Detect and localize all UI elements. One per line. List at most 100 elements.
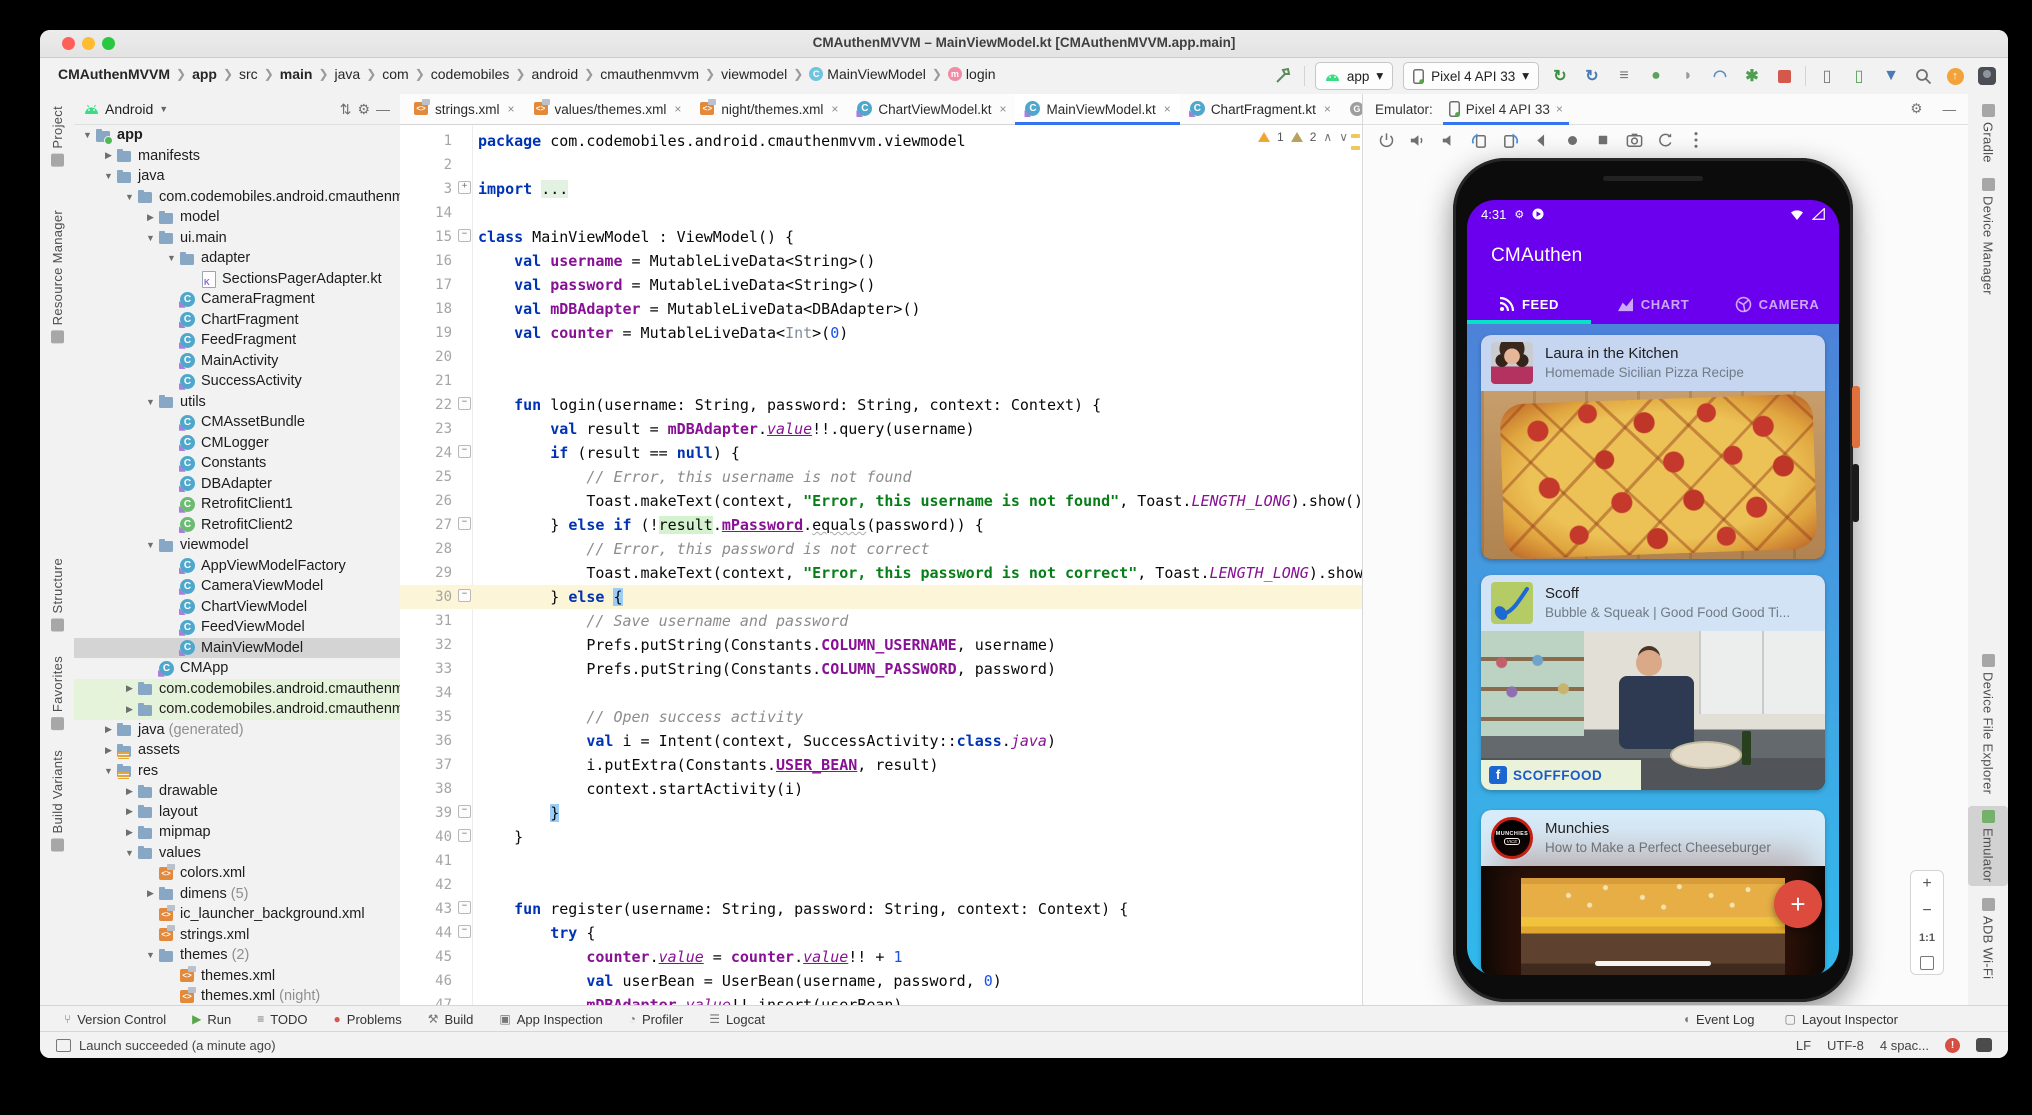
toolwindow-button-logcat[interactable]: ☰Logcat: [709, 1012, 765, 1027]
breadcrumb-item-com[interactable]: com: [382, 66, 408, 82]
project-view-selector[interactable]: Android: [105, 101, 153, 117]
zoom-reset-button[interactable]: 1:1: [1919, 929, 1935, 947]
tree-row-layout[interactable]: ▶layout: [74, 802, 400, 823]
code-line-21[interactable]: 21: [400, 369, 1362, 393]
code-line-28[interactable]: 28 // Error, this password is not correc…: [400, 537, 1362, 561]
tree-chevron-icon[interactable]: ▼: [143, 950, 158, 960]
tree-row-constants[interactable]: CConstants: [74, 453, 400, 474]
toolwindow-button-event-log[interactable]: ◖Event Log: [1683, 1012, 1755, 1027]
run-config-selector[interactable]: app▾: [1315, 62, 1393, 90]
tree-row-java[interactable]: ▶java (generated): [74, 720, 400, 741]
tree-chevron-icon[interactable]: ▼: [143, 233, 158, 243]
sidebar-item-device-manager[interactable]: Device Manager: [1968, 174, 2008, 299]
profile-app-icon[interactable]: ✱: [1741, 65, 1763, 87]
attach-debugger-icon[interactable]: ◗: [1677, 65, 1699, 87]
tab-build-gradle-app[interactable]: Gbuild.gradle (:app×: [1340, 94, 1362, 124]
breadcrumb-item-cmauthenmvvm[interactable]: cmauthenmvvm: [600, 66, 699, 82]
code-line-25[interactable]: 25 // Error, this username is not found: [400, 465, 1362, 489]
breadcrumb-item-java[interactable]: java: [335, 66, 361, 82]
code-line-40[interactable]: 40− }: [400, 825, 1362, 849]
code-line-17[interactable]: 17 val password = MutableLiveData<String…: [400, 273, 1362, 297]
toolwindow-button-run[interactable]: ▶Run: [192, 1012, 231, 1027]
upgrade-assistant-icon[interactable]: ↑: [1944, 65, 1966, 87]
code-line-37[interactable]: 37 i.putExtra(Constants.USER_BEAN, resul…: [400, 753, 1362, 777]
code-line-1[interactable]: 1package com.codemobiles.android.cmauthe…: [400, 129, 1362, 153]
tree-row-mainactivity[interactable]: CMainActivity: [74, 351, 400, 372]
breadcrumb-item-src[interactable]: src: [239, 66, 258, 82]
toolwindow-button-problems[interactable]: ●Problems: [334, 1012, 402, 1027]
tree-row-res[interactable]: ▼res: [74, 761, 400, 782]
stop-icon[interactable]: [1773, 65, 1795, 87]
tab-chartfragment-kt[interactable]: CChartFragment.kt×: [1180, 94, 1340, 124]
overview-icon[interactable]: [1592, 129, 1614, 151]
power-icon[interactable]: [1375, 129, 1397, 151]
layout-inspector-icon[interactable]: ▯: [1848, 65, 1870, 87]
volume-up-icon[interactable]: [1406, 129, 1428, 151]
code-line-43[interactable]: 43− fun register(username: String, passw…: [400, 897, 1362, 921]
close-icon[interactable]: ×: [831, 102, 838, 116]
tree-row-cmapp[interactable]: CCMApp: [74, 658, 400, 679]
toolwindow-button-app-inspection[interactable]: ▣App Inspection: [499, 1012, 602, 1027]
screenshot-icon[interactable]: [1623, 129, 1645, 151]
notifications-icon[interactable]: [1976, 1038, 1992, 1052]
breadcrumb-item-main[interactable]: main: [280, 66, 313, 82]
fold-marker-icon[interactable]: −: [458, 901, 471, 914]
feed-card[interactable]: MUNCHIESVICEMunchiesHow to Make a Perfec…: [1481, 810, 1825, 975]
feed-card[interactable]: Laura in the KitchenHomemade Sicilian Pi…: [1481, 335, 1825, 559]
breadcrumb-item-mainviewmodel[interactable]: CMainViewModel: [809, 66, 926, 82]
close-icon[interactable]: ×: [1556, 102, 1563, 116]
tree-row-adapter[interactable]: ▼adapter: [74, 248, 400, 269]
fold-marker-icon[interactable]: −: [458, 445, 471, 458]
tree-row-cmassetbundle[interactable]: CCMAssetBundle: [74, 412, 400, 433]
hide-panel-icon[interactable]: —: [376, 101, 390, 117]
line-ending-indicator[interactable]: LF: [1796, 1038, 1811, 1053]
tree-chevron-icon[interactable]: ▶: [122, 786, 137, 797]
tree-row-com-codemobiles-android-cmauthenmv[interactable]: ▶com.codemobiles.android.cmauthenmv: [74, 679, 400, 700]
fold-marker-icon[interactable]: −: [458, 589, 471, 602]
encoding-indicator[interactable]: UTF-8: [1827, 1038, 1864, 1053]
device-manager-icon[interactable]: ▯: [1816, 65, 1838, 87]
code-line-18[interactable]: 18 val mDBAdapter = MutableLiveData<DBAd…: [400, 297, 1362, 321]
code-line-26[interactable]: 26 Toast.makeText(context, "Error, this …: [400, 489, 1362, 513]
tree-chevron-icon[interactable]: ▶: [101, 745, 116, 756]
fold-marker-icon[interactable]: −: [458, 517, 471, 530]
code-line-15[interactable]: 15−class MainViewModel : ViewModel() {: [400, 225, 1362, 249]
zoom-out-button[interactable]: −: [1922, 902, 1931, 920]
toolwindow-button-profiler[interactable]: ◔Profiler: [629, 1012, 683, 1027]
breadcrumb-item-cmauthenmvvm[interactable]: CMAuthenMVVM: [58, 66, 170, 82]
tree-row-camerafragment[interactable]: CCameraFragment: [74, 289, 400, 310]
tree-row-model[interactable]: ▶model: [74, 207, 400, 228]
fold-marker-icon[interactable]: +: [458, 181, 471, 194]
fold-marker-icon[interactable]: −: [458, 925, 471, 938]
breadcrumb-item-codemobiles[interactable]: codemobiles: [431, 66, 510, 82]
feed-card[interactable]: ScoffBubble & Squeak | Good Food Good Ti…: [1481, 575, 1825, 790]
tree-chevron-icon[interactable]: ▶: [122, 683, 137, 694]
tree-chevron-icon[interactable]: ▼: [101, 171, 116, 181]
tree-chevron-icon[interactable]: ▼: [143, 397, 158, 407]
code-line-35[interactable]: 35 // Open success activity: [400, 705, 1362, 729]
tree-chevron-icon[interactable]: ▼: [143, 540, 158, 550]
tree-row-values[interactable]: ▼values: [74, 843, 400, 864]
tab-values-themes-xml[interactable]: <>values/themes.xml×: [524, 94, 691, 124]
avatar[interactable]: [1976, 65, 1998, 87]
close-icon[interactable]: ×: [999, 102, 1006, 116]
code-line-14[interactable]: 14: [400, 201, 1362, 225]
code-line-30[interactable]: 30− } else {: [400, 585, 1362, 609]
settings-gear-icon[interactable]: ⚙: [1910, 101, 1922, 117]
tree-row-sectionspageradapter-kt[interactable]: SectionsPagerAdapter.kt: [74, 269, 400, 290]
sidebar-item-favorites[interactable]: Favorites: [40, 652, 74, 734]
rotate-left-icon[interactable]: [1468, 129, 1490, 151]
code-line-19[interactable]: 19 val counter = MutableLiveData<Int>(0): [400, 321, 1362, 345]
sidebar-item-device-file-explorer[interactable]: Device File Explorer: [1968, 650, 2008, 798]
tree-row-viewmodel[interactable]: ▼viewmodel: [74, 535, 400, 556]
home-icon[interactable]: [1561, 129, 1583, 151]
device-selector[interactable]: Pixel 4 API 33▾: [1403, 62, 1539, 90]
add-feed-fab[interactable]: +: [1774, 880, 1822, 928]
tree-row-utils[interactable]: ▼utils: [74, 392, 400, 413]
tree-row-dbadapter[interactable]: CDBAdapter: [74, 474, 400, 495]
snapshots-icon[interactable]: [1654, 129, 1676, 151]
code-line-29[interactable]: 29 Toast.makeText(context, "Error, this …: [400, 561, 1362, 585]
tree-row-appviewmodelfactory[interactable]: CAppViewModelFactory: [74, 556, 400, 577]
tree-chevron-icon[interactable]: ▶: [143, 212, 158, 223]
tree-row-retrofitclient1[interactable]: CRetrofitClient1: [74, 494, 400, 515]
